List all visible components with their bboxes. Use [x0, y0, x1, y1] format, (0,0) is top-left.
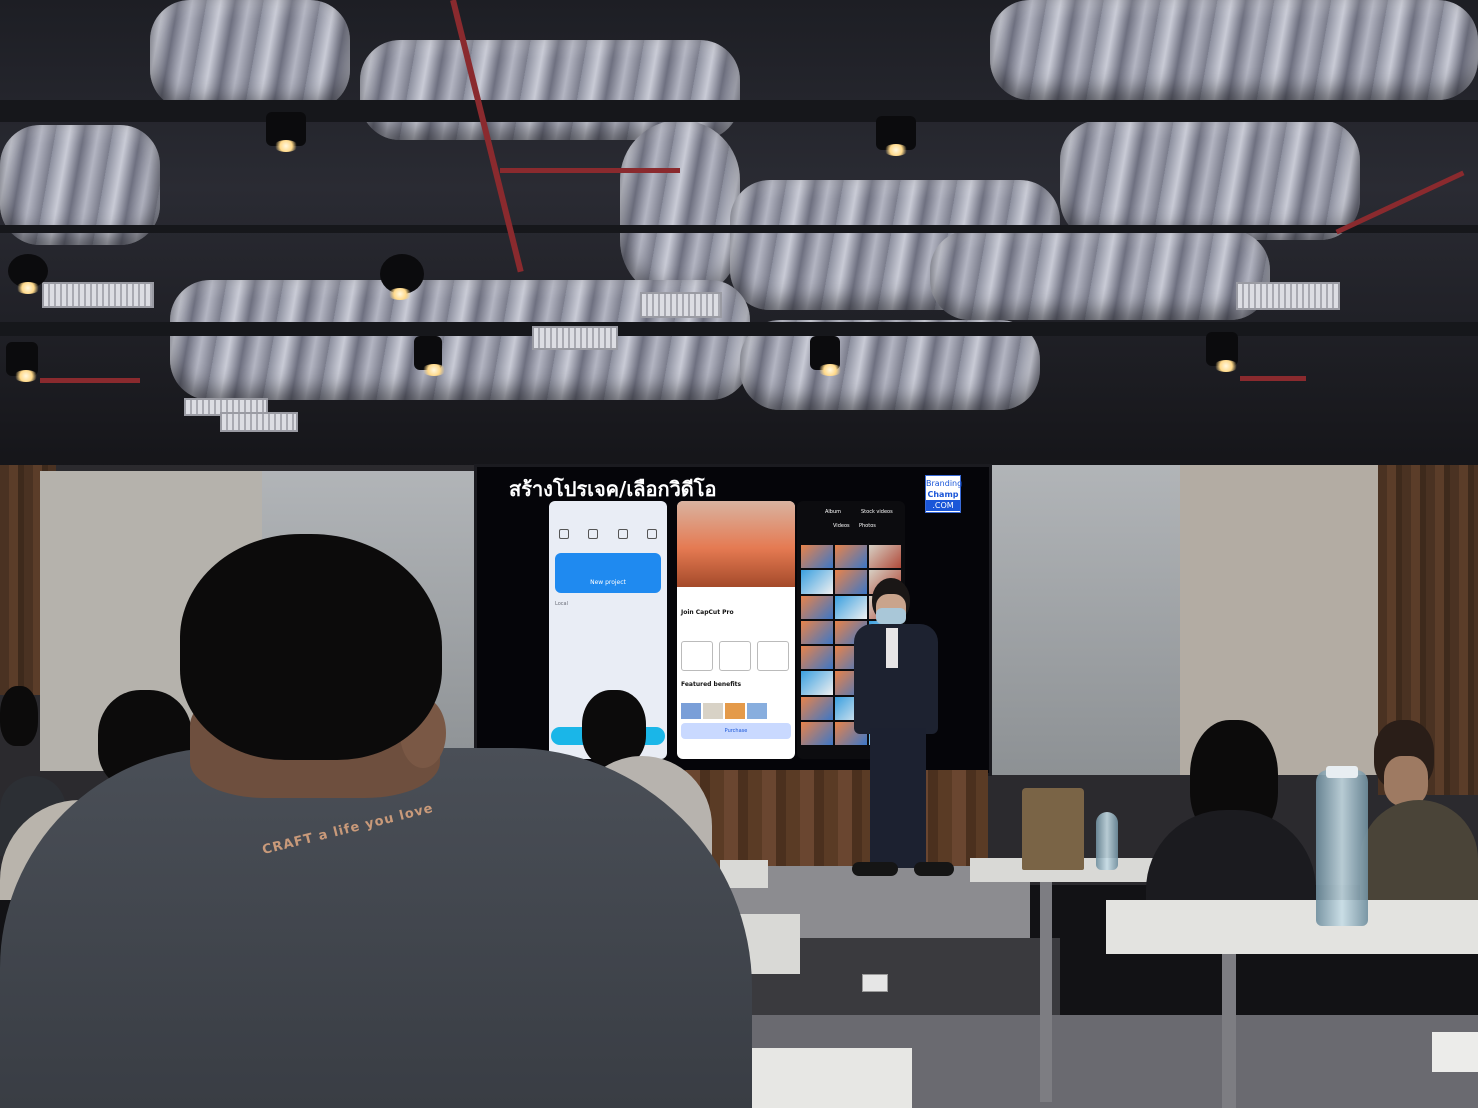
table [748, 1048, 912, 1108]
branding-logo: Branding Champ .COM [925, 475, 963, 513]
shirt [1360, 800, 1478, 900]
hair [180, 534, 442, 760]
logo-line-2: Champ [927, 490, 959, 499]
foreground-audience-member: CRAFT a life you love [0, 528, 752, 1108]
face [1384, 756, 1428, 806]
power-socket [862, 974, 888, 992]
grey-t-shirt [0, 748, 752, 1108]
red-pipe [40, 378, 140, 383]
spotlight [414, 336, 446, 376]
table-leg [1222, 954, 1236, 1108]
speaker-shirt [886, 628, 898, 668]
ceiling-vent [640, 292, 722, 318]
photo-scene: สร้างโปรเจค/เลือกวิดีโอ Branding Champ .… [0, 0, 1478, 1108]
air-duct [1060, 120, 1360, 240]
speaker-shoe [852, 862, 898, 876]
water-bottle [1316, 770, 1368, 926]
logo-line-3: .COM [926, 500, 960, 511]
air-duct [990, 0, 1478, 100]
red-pipe [1240, 376, 1306, 381]
ceiling-beam [0, 100, 1478, 122]
speaker-trousers [870, 728, 926, 868]
spotlight [266, 112, 306, 152]
album-tab: Album [825, 509, 842, 515]
face-mask [876, 608, 906, 624]
table [1106, 900, 1478, 954]
table-leg [1040, 882, 1052, 1102]
ceiling-vent [532, 326, 618, 350]
photos-subtab: Photos [859, 523, 876, 529]
logo-line-1: Branding [926, 479, 963, 488]
ceiling-vent [42, 282, 154, 308]
air-duct [620, 120, 740, 300]
table [1432, 1032, 1478, 1072]
spotlight [6, 342, 38, 382]
paper-bag [1022, 788, 1084, 870]
air-duct [150, 0, 350, 110]
bottle-cap [1326, 766, 1358, 778]
spotlight [380, 254, 424, 300]
audience-member [1146, 720, 1316, 920]
price-tier [757, 641, 789, 671]
speaker-shoe [914, 862, 954, 876]
ceiling-beam [0, 322, 1478, 336]
ceiling-beam [0, 225, 1478, 233]
ceiling [0, 0, 1478, 470]
ceiling-vent [220, 412, 298, 432]
ceiling-vent [1236, 282, 1340, 310]
spotlight [810, 336, 842, 376]
audience-member [1360, 720, 1478, 900]
stock-videos-tab: Stock videos [861, 509, 893, 515]
videos-subtab: Videos [833, 523, 850, 529]
spotlight [8, 254, 48, 294]
spotlight [876, 116, 916, 156]
speaker [848, 578, 954, 882]
air-duct [930, 230, 1270, 320]
water-bottle [1096, 812, 1118, 870]
spotlight [1206, 332, 1238, 372]
red-pipe [500, 168, 680, 173]
